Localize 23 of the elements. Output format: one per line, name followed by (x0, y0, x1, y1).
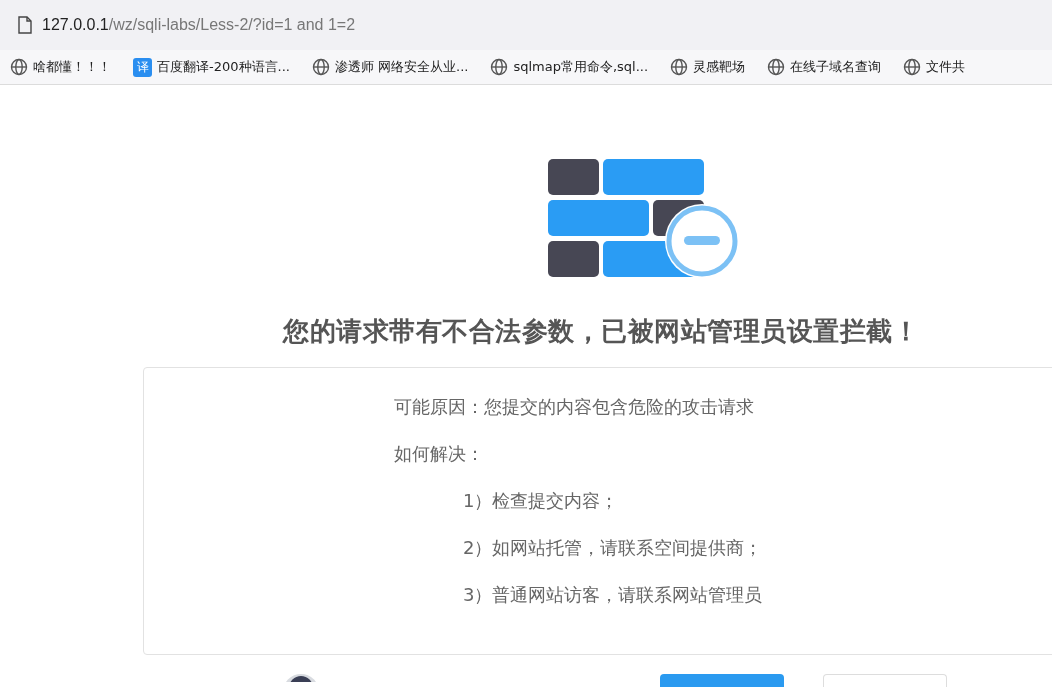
page-icon (18, 16, 32, 34)
globe-icon (311, 58, 330, 76)
globe-icon (10, 58, 28, 76)
avatar-icon (283, 674, 319, 682)
info-text: 可能原因：您提交的内容包含危险的攻击请求 (394, 396, 755, 418)
bookmark-link[interactable]: 啥都懂！！！ (33, 58, 111, 76)
info-text: 3）普通网站访客，请联系网站管理员 (463, 584, 764, 606)
bookmark-link[interactable]: 百度翻译-200种语言... (157, 58, 290, 76)
globe-icon (670, 58, 689, 76)
translate-icon: 译 (133, 57, 152, 77)
bookmark-link[interactable]: 在线子域名查询 (790, 58, 882, 76)
globe-icon (767, 58, 786, 76)
error-heading: 您的请求带有不合法参数，已被网站管理员设置拦截！ (283, 315, 920, 348)
info-text: 2）如网站托管，请联系空间提供商； (463, 537, 764, 559)
info-text: 1）检查提交内容； (463, 490, 620, 512)
info-text: 如何解决： (394, 443, 485, 465)
bookmark-link[interactable]: 灵感靶场 (693, 58, 746, 76)
bookmark-link[interactable]: 渗透师 网络安全从业... (334, 58, 469, 76)
bookmark-link[interactable]: 文件共 (926, 58, 966, 76)
globe-icon (490, 58, 509, 76)
url-text[interactable]: 127.0.0.1/wz/sqli-labs/Less-2/?id=1 and 1=2 (42, 16, 356, 34)
globe-icon (903, 58, 922, 76)
bookmark-link[interactable]: sqlmap常用命令,sql... (513, 58, 649, 76)
